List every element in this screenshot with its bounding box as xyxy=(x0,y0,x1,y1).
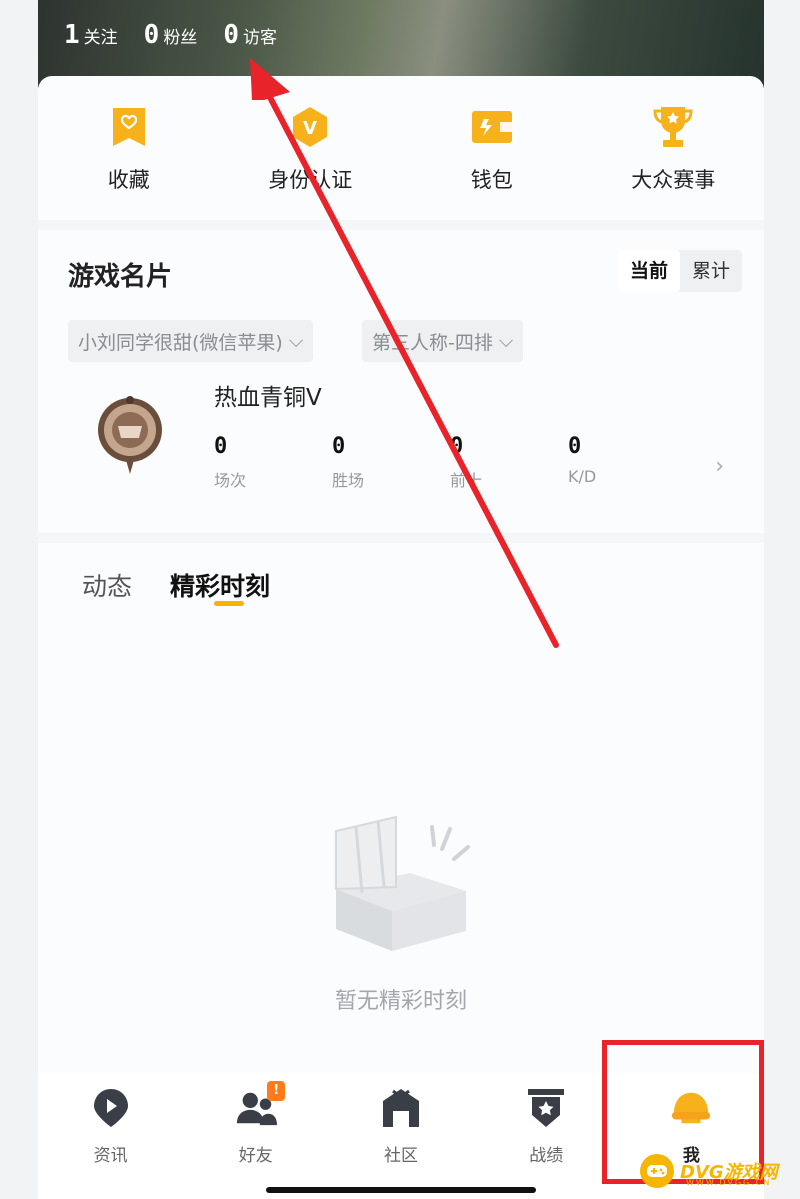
news-play-icon xyxy=(90,1087,132,1129)
stat-kd-value: 0 xyxy=(568,434,582,459)
chevron-down-icon: ⌵ xyxy=(498,330,514,352)
stat-kd: 0 K/D xyxy=(568,434,596,486)
identity-verification-button[interactable]: V 身份认证 xyxy=(220,76,402,220)
public-tournaments-button[interactable]: 大众赛事 xyxy=(583,76,765,220)
fans-stat[interactable]: 0 粉丝 xyxy=(144,22,198,48)
stat-matches-value: 0 xyxy=(214,434,228,459)
tabbar-news[interactable]: 资讯 xyxy=(38,1073,183,1199)
profile-header-background: 1 关注 0 粉丝 0 访客 xyxy=(38,0,764,88)
chevron-right-icon[interactable]: › xyxy=(715,454,724,479)
me-helmet-icon xyxy=(670,1087,712,1129)
stat-wins-label: 胜场 xyxy=(332,471,365,490)
tabbar-community[interactable]: 社区 xyxy=(328,1073,473,1199)
following-stat[interactable]: 1 关注 xyxy=(64,22,118,48)
quick-actions: 收藏 V 身份认证 钱包 大众赛事 xyxy=(38,76,764,220)
active-tab-indicator xyxy=(214,601,244,606)
stat-wins-value: 0 xyxy=(332,434,346,459)
tabbar-records-label: 战绩 xyxy=(529,1146,564,1166)
home-indicator xyxy=(266,1187,536,1193)
stat-matches-label: 场次 xyxy=(214,471,247,490)
profile-stats: 1 关注 0 粉丝 0 访客 xyxy=(64,22,277,48)
visitors-count: 0 xyxy=(223,20,239,50)
favorites-label: 收藏 xyxy=(107,168,150,192)
stat-wins: 0 胜场 xyxy=(332,434,364,491)
visitors-stat[interactable]: 0 访客 xyxy=(223,22,277,48)
stat-matches: 0 场次 xyxy=(214,434,246,491)
svg-text:V: V xyxy=(303,118,317,139)
fans-label: 粉丝 xyxy=(163,28,198,48)
community-house-icon xyxy=(380,1087,422,1129)
feed-section: 动态 精彩时刻 暂无精彩时刻 xyxy=(38,543,764,1073)
fans-count: 0 xyxy=(143,20,160,50)
visitors-label: 访客 xyxy=(242,28,277,48)
watermark: DVG游戏网 WWW.DVGG.CN xyxy=(640,1154,778,1188)
verified-badge-icon: V xyxy=(287,104,333,150)
tabbar-records[interactable]: 战绩 xyxy=(474,1073,619,1199)
stat-kd-label: K/D xyxy=(568,467,597,486)
account-dropdown-value: 小刘同学很甜(微信苹果) xyxy=(78,331,283,354)
period-toggle: 当前 累计 xyxy=(617,250,742,292)
stat-top-ten-value: 0 xyxy=(450,434,464,459)
tabbar-friends-label: 好友 xyxy=(238,1146,273,1166)
tabbar-friends[interactable]: ! 好友 xyxy=(183,1073,328,1199)
friends-notification-badge: ! xyxy=(267,1081,286,1101)
account-dropdown[interactable]: 小刘同学很甜(微信苹果) ⌵ xyxy=(68,320,314,362)
rank-name: 热血青铜V xyxy=(214,385,322,411)
favorites-button[interactable]: 收藏 xyxy=(38,76,220,220)
public-tournaments-label: 大众赛事 xyxy=(631,168,716,192)
following-label: 关注 xyxy=(83,28,118,48)
segment-current[interactable]: 当前 xyxy=(617,250,680,292)
identity-verification-label: 身份认证 xyxy=(268,168,353,192)
tab-highlights[interactable]: 精彩时刻 xyxy=(170,567,270,603)
stat-top-ten: 0 前十 xyxy=(450,434,482,491)
watermark-subtext: WWW.DVGG.CN xyxy=(686,1178,772,1187)
app-screen: 1 关注 0 粉丝 0 访客 收藏 V 身份认证 钱包 大众赛事 游戏名片 当前… xyxy=(38,0,764,1199)
wallet-icon xyxy=(469,104,515,150)
segment-cumulative[interactable]: 累计 xyxy=(680,250,742,292)
wallet-label: 钱包 xyxy=(470,168,513,192)
gamepad-icon xyxy=(640,1154,674,1188)
wallet-button[interactable]: 钱包 xyxy=(401,76,583,220)
tabbar-news-label: 资讯 xyxy=(93,1146,128,1166)
mode-dropdown[interactable]: 第三人称-四排 ⌵ xyxy=(362,320,524,362)
chevron-down-icon: ⌵ xyxy=(288,330,304,352)
trophy-icon xyxy=(650,104,696,150)
mode-dropdown-value: 第三人称-四排 xyxy=(372,331,493,354)
rank-badge-icon xyxy=(96,390,172,480)
record-shield-icon xyxy=(525,1087,567,1129)
game-card: 游戏名片 当前 累计 小刘同学很甜(微信苹果) ⌵ 第三人称-四排 ⌵ 热血青铜… xyxy=(38,230,764,533)
following-count: 1 xyxy=(64,20,80,50)
tabbar-community-label: 社区 xyxy=(384,1146,418,1166)
empty-box-icon xyxy=(322,813,482,953)
tab-activity[interactable]: 动态 xyxy=(82,567,132,603)
empty-state-text: 暂无精彩时刻 xyxy=(334,989,467,1014)
bookmark-heart-icon xyxy=(106,104,152,150)
game-card-title: 游戏名片 xyxy=(68,262,173,292)
stat-top-ten-label: 前十 xyxy=(450,471,483,490)
